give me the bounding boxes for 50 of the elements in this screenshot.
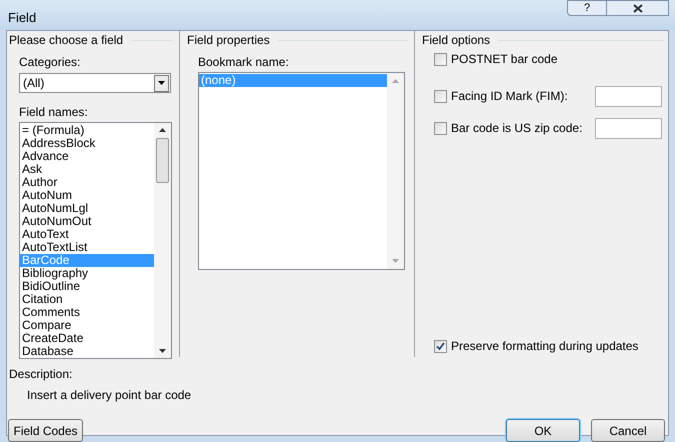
text-field[interactable] xyxy=(595,118,662,138)
field-names-label: Field names: xyxy=(19,104,89,121)
list-item[interactable]: Database xyxy=(20,345,154,358)
option-label: POSTNET bar code xyxy=(451,51,558,68)
text-field[interactable] xyxy=(595,86,662,106)
help-button[interactable]: ? xyxy=(567,0,607,16)
checkbox[interactable] xyxy=(434,340,447,352)
dialog-button[interactable]: OK xyxy=(506,419,580,442)
scroll-up-icon xyxy=(159,128,166,132)
checkbox[interactable] xyxy=(434,52,447,66)
group-heading: Field options xyxy=(422,32,490,49)
option-label: Facing ID Mark (FIM): xyxy=(451,88,568,105)
description-label: Description: xyxy=(9,366,72,383)
list-item[interactable]: Compare xyxy=(20,319,154,332)
list-item[interactable]: Advance xyxy=(20,150,154,163)
scroll-thumb[interactable] xyxy=(156,138,169,183)
categories-label: Categories: xyxy=(19,54,82,71)
list-item[interactable]: Comments xyxy=(20,306,154,319)
close-button[interactable] xyxy=(607,0,669,16)
list-item[interactable]: AutoText xyxy=(20,228,154,241)
list-item[interactable]: = (Formula) xyxy=(20,124,154,137)
dialog-button[interactable]: Field Codes xyxy=(8,419,83,442)
list-item[interactable]: CreateDate xyxy=(20,332,154,345)
scroll-up-icon xyxy=(392,79,399,83)
dropdown-arrow-icon xyxy=(158,81,165,85)
bookmark-name-label: Bookmark name: xyxy=(198,54,290,71)
checkbox[interactable] xyxy=(434,90,447,102)
list-item[interactable]: Bibliography xyxy=(20,267,154,280)
scrollbar[interactable] xyxy=(154,123,171,358)
close-icon xyxy=(632,4,642,12)
dialog-button[interactable]: Cancel xyxy=(591,419,665,442)
list-item[interactable]: Ask xyxy=(20,163,154,176)
group-heading: Please choose a field xyxy=(9,32,124,49)
list-item[interactable]: AutoNumOut xyxy=(20,215,154,228)
list-item[interactable]: AutoNumLgl xyxy=(20,202,154,215)
list-item[interactable]: BidiOutline xyxy=(20,280,154,293)
option-label: Bar code is US zip code: xyxy=(451,120,582,137)
scroll-down-icon xyxy=(159,349,166,353)
list-item[interactable]: AutoNum xyxy=(20,189,154,202)
list-item[interactable]: AddressBlock xyxy=(20,137,154,150)
list-item[interactable]: Author xyxy=(20,176,154,189)
list-item[interactable]: AutoTextList xyxy=(20,241,154,254)
list-item[interactable]: Citation xyxy=(20,293,154,306)
categories-dropdown[interactable]: (All) xyxy=(19,73,171,93)
description-text: Insert a delivery point bar code xyxy=(27,387,192,404)
group-heading: Field properties xyxy=(187,32,270,49)
checkbox[interactable] xyxy=(434,122,447,134)
scroll-down-icon xyxy=(392,259,399,263)
option-label: Preserve formatting during updates xyxy=(451,338,638,355)
window-title: Field xyxy=(8,9,36,28)
